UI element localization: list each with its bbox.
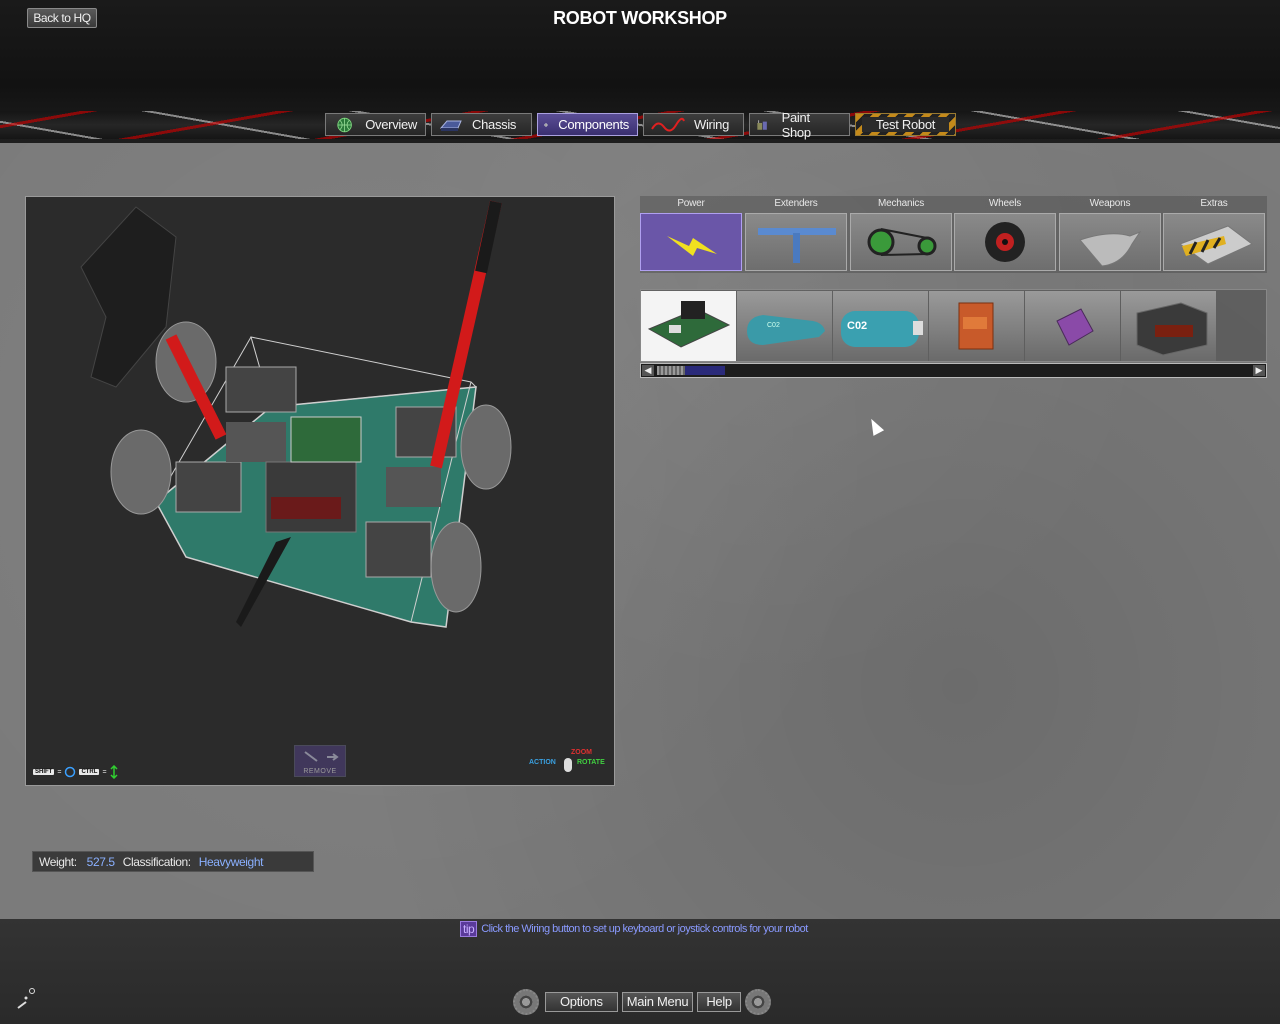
tab-components[interactable]: Components	[537, 113, 638, 136]
scroll-thumb[interactable]	[657, 366, 685, 375]
part-item[interactable]: C02	[737, 291, 832, 361]
gear-icon	[513, 989, 539, 1015]
paint-can-icon	[757, 119, 767, 130]
gear-icon	[744, 989, 771, 1015]
classification-value: Heavyweight	[198, 854, 264, 869]
category-extenders[interactable]: Extenders	[745, 196, 847, 273]
tab-test-robot[interactable]: Test Robot	[855, 113, 956, 136]
page-title: ROBOT WORKSHOP	[553, 8, 727, 28]
loading-indicator-icon	[14, 986, 38, 1012]
header: Back to HQ ROBOT WORKSHOP Overview Chass…	[0, 0, 1280, 143]
scroll-track	[685, 366, 725, 375]
ctrl-key-label: CTRL	[79, 769, 100, 775]
weight-value: 527.5	[86, 854, 115, 869]
wrench-icon	[304, 751, 339, 762]
mouse-icon	[564, 758, 572, 772]
tab-wiring[interactable]: Wiring	[643, 113, 744, 136]
chassis-icon	[439, 120, 462, 131]
equals-sign: =	[102, 768, 107, 776]
category-label: Extenders	[774, 198, 818, 209]
weight-label: Weight:	[39, 854, 77, 869]
robot-stats: Weight: 527.5 Classification: Heavyweigh…	[32, 851, 314, 872]
parts-scrollbar[interactable]: ◀ ▶	[640, 363, 1267, 378]
part-item[interactable]	[641, 291, 736, 361]
robot-model	[80, 200, 512, 628]
category-label: Mechanics	[878, 198, 924, 209]
large-battery-icon	[1136, 302, 1208, 356]
tab-chassis[interactable]: Chassis	[431, 113, 532, 136]
tab-label: Paint Shop	[781, 109, 811, 140]
category-weapons[interactable]: Weapons	[1059, 196, 1161, 273]
category-mechanics[interactable]: Mechanics	[850, 196, 952, 273]
lightning-icon	[667, 236, 717, 256]
scroll-right-arrow-icon[interactable]: ▶	[1253, 365, 1265, 376]
gear-icon	[544, 122, 548, 127]
chain-drive-icon	[867, 228, 937, 256]
camera-controls-hint: SHIFT = CTRL =	[33, 765, 118, 779]
part-item[interactable]: C02	[833, 291, 928, 361]
remove-component-button[interactable]: REMOVE	[294, 745, 346, 777]
category-label: Extras	[1200, 198, 1228, 209]
tank-label: C02	[767, 322, 780, 329]
scroll-left-arrow-icon[interactable]: ◀	[642, 365, 654, 376]
tab-label: Components	[558, 117, 629, 132]
tip-text: Click the Wiring button to set up keyboa…	[481, 923, 808, 935]
main-menu-button[interactable]: Main Menu	[621, 992, 694, 1012]
action-hint: ACTION	[529, 759, 556, 766]
tank-label: C02	[847, 320, 867, 332]
mouse-controls-hint: ZOOM ACTION ROTATE	[529, 749, 609, 777]
blade-icon	[1079, 230, 1142, 267]
t-bracket-icon	[758, 228, 836, 263]
gas-tank-icon: C02	[747, 315, 825, 345]
rotate-icon	[65, 766, 76, 778]
equals-sign: =	[57, 768, 62, 776]
globe-icon	[337, 117, 352, 132]
component-categories: Power Extenders Mechanics Wheels Weapons…	[640, 196, 1267, 273]
rotate-hint: ROTATE	[577, 759, 605, 766]
help-button[interactable]: Help	[697, 992, 741, 1012]
shift-key-label: SHIFT	[33, 769, 55, 775]
classification-label: Classification:	[122, 854, 191, 869]
part-item[interactable]	[1025, 291, 1120, 361]
category-extras[interactable]: Extras	[1163, 196, 1265, 273]
tab-label: Wiring	[694, 117, 730, 132]
options-button[interactable]: Options	[545, 992, 618, 1012]
vertical-arrows-icon	[110, 765, 118, 779]
battery-icon	[958, 302, 994, 350]
category-label: Weapons	[1089, 198, 1131, 209]
category-power[interactable]: Power	[640, 196, 742, 273]
category-label: Power	[677, 198, 705, 209]
co2-tank-icon: C02	[841, 311, 923, 347]
wheel-icon	[985, 222, 1025, 262]
zoom-hint: ZOOM	[571, 749, 592, 756]
tab-label: Test Robot	[861, 117, 950, 132]
tab-paint-shop[interactable]: Paint Shop	[749, 110, 850, 140]
tip-badge: tip	[460, 921, 478, 937]
battery-pack-icon	[1056, 308, 1094, 346]
category-wheels[interactable]: Wheels	[954, 196, 1056, 273]
robot-3d-viewport[interactable]: SHIFT = CTRL = REMOVE ZOOM ACTION ROTATE	[25, 196, 615, 786]
part-item[interactable]	[1121, 291, 1216, 361]
tip-message: tip Click the Wiring button to set up ke…	[460, 921, 808, 937]
component-parts-list: C02 C02	[640, 289, 1267, 362]
category-label: Wheels	[988, 198, 1022, 209]
bottom-menu: Options Main Menu Help	[513, 988, 771, 1016]
plow-icon	[1178, 225, 1253, 265]
remove-label: REMOVE	[303, 768, 337, 775]
tab-label: Overview	[365, 117, 417, 132]
wire-icon	[651, 117, 685, 131]
circuit-board-icon	[647, 301, 731, 348]
part-item[interactable]	[929, 291, 1024, 361]
tab-overview[interactable]: Overview	[325, 113, 426, 136]
tab-label: Chassis	[472, 117, 517, 132]
workshop-tabs: Overview Chassis Components Wiring Paint…	[325, 110, 956, 140]
